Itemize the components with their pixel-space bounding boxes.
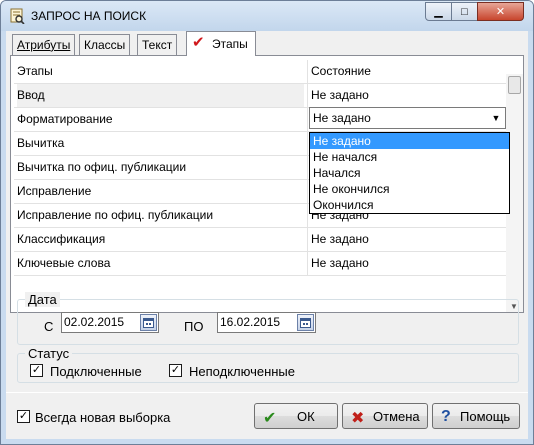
stage-cell: Исправление по офиц. публикации: [17, 208, 214, 222]
state-cell[interactable]: Не задано: [307, 228, 507, 251]
ok-button[interactable]: ✔ ОК: [254, 403, 338, 429]
date-from-value: 02.02.2015: [64, 315, 125, 329]
maximize-button[interactable]: □: [451, 2, 478, 21]
always-new-label[interactable]: Всегда новая выборка: [35, 410, 170, 425]
tab-classes[interactable]: Классы: [79, 34, 131, 55]
tab-stages[interactable]: ✔ Этапы: [186, 31, 256, 56]
help-button-label: Помощь: [460, 409, 511, 424]
close-icon: ✕: [495, 6, 506, 18]
dropdown-option[interactable]: Не окончился: [310, 181, 509, 197]
app-icon: [10, 8, 25, 24]
help-button[interactable]: ? Помощь: [432, 403, 520, 429]
disconnected-label[interactable]: Неподключенные: [189, 364, 295, 379]
close-button[interactable]: ✕: [477, 2, 524, 21]
column-header-state: Состояние: [307, 60, 507, 83]
tab-label: Классы: [84, 38, 126, 52]
title-bar[interactable]: ЗАПРОС НА ПОИСК ▁ □ ✕: [1, 1, 533, 31]
date-from-field[interactable]: 02.02.2015: [61, 312, 159, 333]
maximize-icon: □: [461, 5, 468, 18]
dropdown-option[interactable]: Не задано: [310, 133, 509, 149]
column-header-stages: Этапы: [17, 64, 53, 78]
calendar-icon[interactable]: [140, 314, 157, 331]
tab-attributes[interactable]: Атрибуты: [12, 34, 76, 55]
checkmark-icon: ✔: [192, 34, 205, 51]
dialog-body: Атрибуты Классы Текст ✔ Этапы Этапы Сост…: [6, 31, 528, 439]
dropdown-option[interactable]: Окончился: [310, 197, 509, 213]
tab-label: Атрибуты: [17, 38, 71, 52]
stage-cell: Ключевые слова: [17, 256, 111, 270]
state-cell[interactable]: Не задано: [307, 252, 507, 275]
status-group-legend: Статус: [25, 346, 73, 361]
connected-label[interactable]: Подключенные: [50, 364, 142, 379]
window-title: ЗАПРОС НА ПОИСК: [31, 9, 147, 23]
date-group-legend: Дата: [25, 292, 60, 307]
state-cell[interactable]: Не задано: [307, 84, 507, 107]
date-to-field[interactable]: 16.02.2015: [217, 312, 316, 333]
status-group: Статус ✓ Подключенные ✓ Неподключенные: [17, 346, 519, 383]
dropdown-option[interactable]: Не начался: [310, 149, 509, 165]
disconnected-checkbox[interactable]: ✓: [169, 364, 182, 377]
grid-header: Этапы Состояние: [14, 60, 506, 84]
tab-label: Этапы: [212, 37, 248, 51]
stage-cell: Исправление: [17, 184, 92, 198]
stage-cell: Форматирование: [17, 112, 113, 126]
cancel-button[interactable]: ✖ Отмена: [342, 403, 428, 429]
chevron-down-icon[interactable]: ▼: [488, 109, 504, 127]
date-to-label: ПО: [184, 319, 204, 334]
combobox-value: Не задано: [313, 111, 371, 125]
dropdown-option[interactable]: Начался: [310, 165, 509, 181]
cancel-button-label: Отмена: [373, 409, 420, 424]
minimize-button[interactable]: ▁: [425, 2, 452, 21]
help-icon: ?: [441, 408, 451, 425]
stage-cell: Вычитка по офиц. публикации: [17, 160, 187, 174]
stages-panel: Этапы Состояние Ввод Не задано Форматиро…: [10, 55, 524, 313]
stage-cell: Ввод: [17, 84, 304, 107]
state-dropdown-list: Не задано Не начался Начался Не окончилс…: [309, 132, 510, 214]
date-group: Дата С 02.02.2015 ПО 16.02.2015: [17, 292, 519, 345]
search-query-dialog: ЗАПРОС НА ПОИСК ▁ □ ✕ Атрибуты Классы Те…: [0, 0, 534, 445]
minimize-icon: ▁: [434, 6, 443, 18]
date-from-label: С: [44, 319, 54, 334]
table-row[interactable]: Ключевые слова Не задано: [14, 252, 506, 276]
connected-checkbox[interactable]: ✓: [30, 364, 43, 377]
stage-cell: Классификация: [17, 232, 106, 246]
tab-label: Текст: [142, 38, 173, 52]
stage-cell: Вычитка: [17, 136, 65, 150]
scrollbar-thumb[interactable]: [508, 76, 521, 94]
checkmark-icon: ✔: [263, 410, 277, 427]
always-new-checkbox[interactable]: ✓: [17, 410, 30, 423]
cross-icon: ✖: [351, 410, 365, 427]
calendar-icon[interactable]: [297, 314, 314, 331]
tab-text[interactable]: Текст: [137, 34, 178, 55]
date-to-value: 16.02.2015: [220, 315, 281, 329]
footer-divider: [6, 392, 528, 393]
table-row[interactable]: Ввод Не задано: [14, 84, 506, 108]
state-combobox[interactable]: Не задано ▼: [309, 107, 506, 129]
ok-button-label: ОК: [297, 409, 315, 424]
table-row[interactable]: Классификация Не задано: [14, 228, 506, 252]
